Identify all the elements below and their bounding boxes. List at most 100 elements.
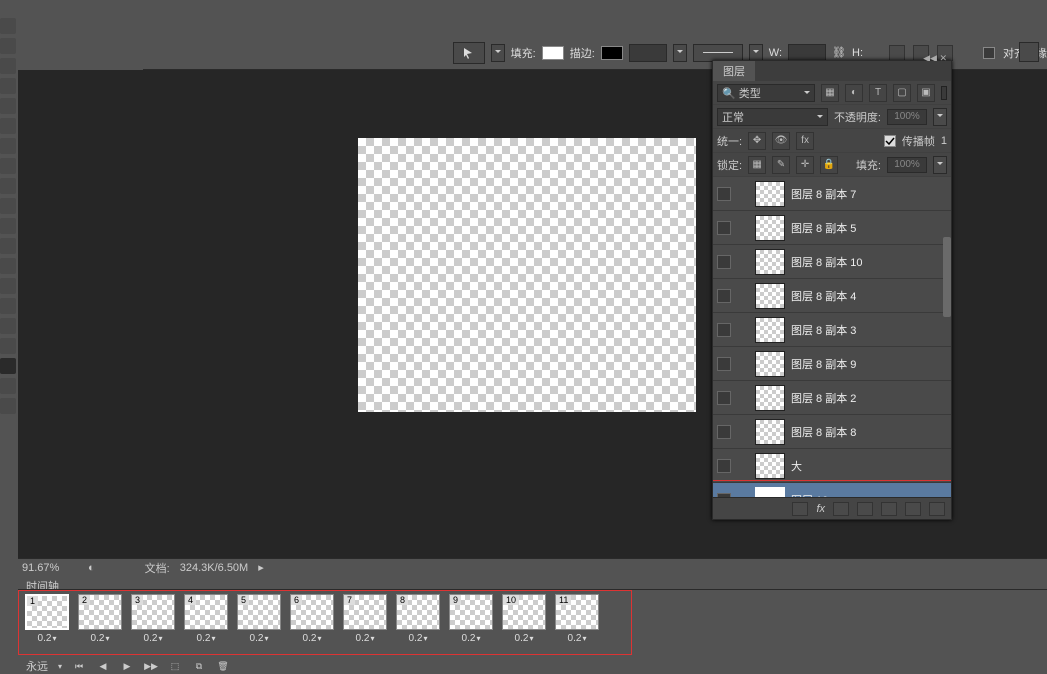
tween-button[interactable]: ⬚: [168, 660, 182, 672]
tool-history[interactable]: [0, 198, 16, 214]
layer-thumbnail[interactable]: [755, 419, 785, 445]
stroke-swatch[interactable]: [601, 46, 623, 60]
tool-zoom[interactable]: [0, 398, 16, 414]
stroke-width[interactable]: [629, 44, 667, 62]
tool-eyedrop[interactable]: [0, 118, 16, 134]
visibility-toggle[interactable]: [717, 425, 731, 439]
tool-blur[interactable]: [0, 258, 16, 274]
unify-position-icon[interactable]: ✥: [748, 132, 766, 150]
layer-row[interactable]: 图层 8 副本 9: [713, 347, 951, 381]
frame-thumbnail[interactable]: 8: [396, 594, 440, 630]
filter-type-select[interactable]: 🔍 类型: [717, 84, 815, 102]
prev-frame-button[interactable]: ◀: [96, 660, 110, 672]
frame-thumbnail[interactable]: 4: [184, 594, 228, 630]
lock-image-icon[interactable]: ✎: [772, 156, 790, 174]
layer-row[interactable]: 图层 8 副本 3: [713, 313, 951, 347]
tool-lasso[interactable]: [0, 58, 16, 74]
frame-thumbnail[interactable]: 5: [237, 594, 281, 630]
layer-fx-icon[interactable]: fx: [816, 503, 825, 515]
layer-thumbnail[interactable]: [755, 453, 785, 479]
lock-position-icon[interactable]: ✛: [796, 156, 814, 174]
tool-text[interactable]: [0, 318, 16, 334]
layer-row[interactable]: 图层 8 副本 7: [713, 177, 951, 211]
lock-transparent-icon[interactable]: ▦: [748, 156, 766, 174]
blend-mode-select[interactable]: 正常: [717, 108, 828, 126]
tool-gradient[interactable]: [0, 238, 16, 254]
tool-heal[interactable]: [0, 138, 16, 154]
doc-info-dd[interactable]: ▸: [258, 561, 264, 574]
frame-thumbnail[interactable]: 11: [555, 594, 599, 630]
layer-mask-icon[interactable]: [833, 502, 849, 516]
tool-preset-dropdown[interactable]: [491, 44, 505, 62]
layer-thumbnail[interactable]: [755, 215, 785, 241]
layers-tab[interactable]: 图层: [713, 61, 755, 81]
canvas[interactable]: [358, 138, 696, 412]
frame-thumbnail[interactable]: 10: [502, 594, 546, 630]
frame-thumbnail[interactable]: 9: [449, 594, 493, 630]
unify-visibility-icon[interactable]: 👁: [772, 132, 790, 150]
layer-list[interactable]: 图层 8 副本 7图层 8 副本 5图层 8 副本 10图层 8 副本 4图层 …: [713, 177, 951, 497]
link-layers-icon[interactable]: [792, 502, 808, 516]
opacity-value[interactable]: 100%: [887, 109, 927, 125]
path-combine-icon[interactable]: [889, 45, 905, 61]
propagate-checkbox[interactable]: [884, 135, 896, 147]
fill-value[interactable]: 100%: [887, 157, 927, 173]
visibility-toggle[interactable]: [717, 459, 731, 473]
layer-row[interactable]: 图层 8 副本 10: [713, 245, 951, 279]
tool-dodge[interactable]: [0, 278, 16, 294]
layer-thumbnail[interactable]: [755, 283, 785, 309]
visibility-toggle[interactable]: [717, 323, 731, 337]
tool-preset[interactable]: [453, 42, 485, 64]
frame-thumbnail[interactable]: 3: [131, 594, 175, 630]
layer-thumbnail[interactable]: [755, 317, 785, 343]
next-frame-button[interactable]: ▶▶: [144, 660, 158, 672]
layer-thumbnail[interactable]: [755, 487, 785, 498]
fill-dd[interactable]: [933, 156, 947, 174]
tool-marquee[interactable]: [0, 38, 16, 54]
new-layer-icon[interactable]: [905, 502, 921, 516]
layer-row[interactable]: 图层 8 副本 5: [713, 211, 951, 245]
filter-adjust-icon[interactable]: ◐: [845, 84, 863, 102]
delete-layer-icon[interactable]: [929, 502, 945, 516]
filter-smart-icon[interactable]: ▣: [917, 84, 935, 102]
tool-crop[interactable]: [0, 98, 16, 114]
tool-brush[interactable]: [0, 158, 16, 174]
lock-all-icon[interactable]: 🔒: [820, 156, 838, 174]
group-icon[interactable]: [881, 502, 897, 516]
tool-eraser[interactable]: [0, 218, 16, 234]
layer-thumbnail[interactable]: [755, 249, 785, 275]
layer-thumbnail[interactable]: [755, 181, 785, 207]
tool-hand[interactable]: [0, 378, 16, 394]
visibility-toggle[interactable]: [717, 255, 731, 269]
frame-thumbnail[interactable]: 1: [25, 594, 69, 630]
filter-text-icon[interactable]: T: [869, 84, 887, 102]
width-input[interactable]: [788, 44, 826, 62]
zoom-icon[interactable]: ◐: [88, 562, 95, 574]
layer-row[interactable]: 图层 8 副本 4: [713, 279, 951, 313]
filter-toggle[interactable]: [941, 86, 947, 100]
visibility-toggle[interactable]: [717, 493, 731, 498]
first-frame-button[interactable]: ⏮: [72, 660, 86, 672]
play-button[interactable]: ▶: [120, 660, 134, 672]
layer-row[interactable]: 大: [713, 449, 951, 483]
layer-thumbnail[interactable]: [755, 351, 785, 377]
frame-thumbnail[interactable]: 2: [78, 594, 122, 630]
scrollbar-thumb[interactable]: [943, 237, 951, 317]
layer-row[interactable]: 图层 8 副本 2: [713, 381, 951, 415]
visibility-toggle[interactable]: [717, 187, 731, 201]
tool-path[interactable]: [0, 338, 16, 354]
fill-swatch[interactable]: [542, 46, 564, 60]
delete-frame-button[interactable]: 🗑: [216, 660, 230, 672]
visibility-toggle[interactable]: [717, 391, 731, 405]
unify-style-icon[interactable]: fx: [796, 132, 814, 150]
layer-thumbnail[interactable]: [755, 385, 785, 411]
tool-move[interactable]: [0, 18, 16, 34]
adjustment-icon[interactable]: [857, 502, 873, 516]
visibility-toggle[interactable]: [717, 221, 731, 235]
layer-row[interactable]: 图层 8 副本 8: [713, 415, 951, 449]
zoom-value[interactable]: 91.67%: [22, 562, 78, 574]
filter-pixel-icon[interactable]: ▦: [821, 84, 839, 102]
tool-stamp[interactable]: [0, 178, 16, 194]
tool-shape[interactable]: [0, 358, 16, 374]
layer-row[interactable]: 图层 10: [713, 483, 951, 497]
